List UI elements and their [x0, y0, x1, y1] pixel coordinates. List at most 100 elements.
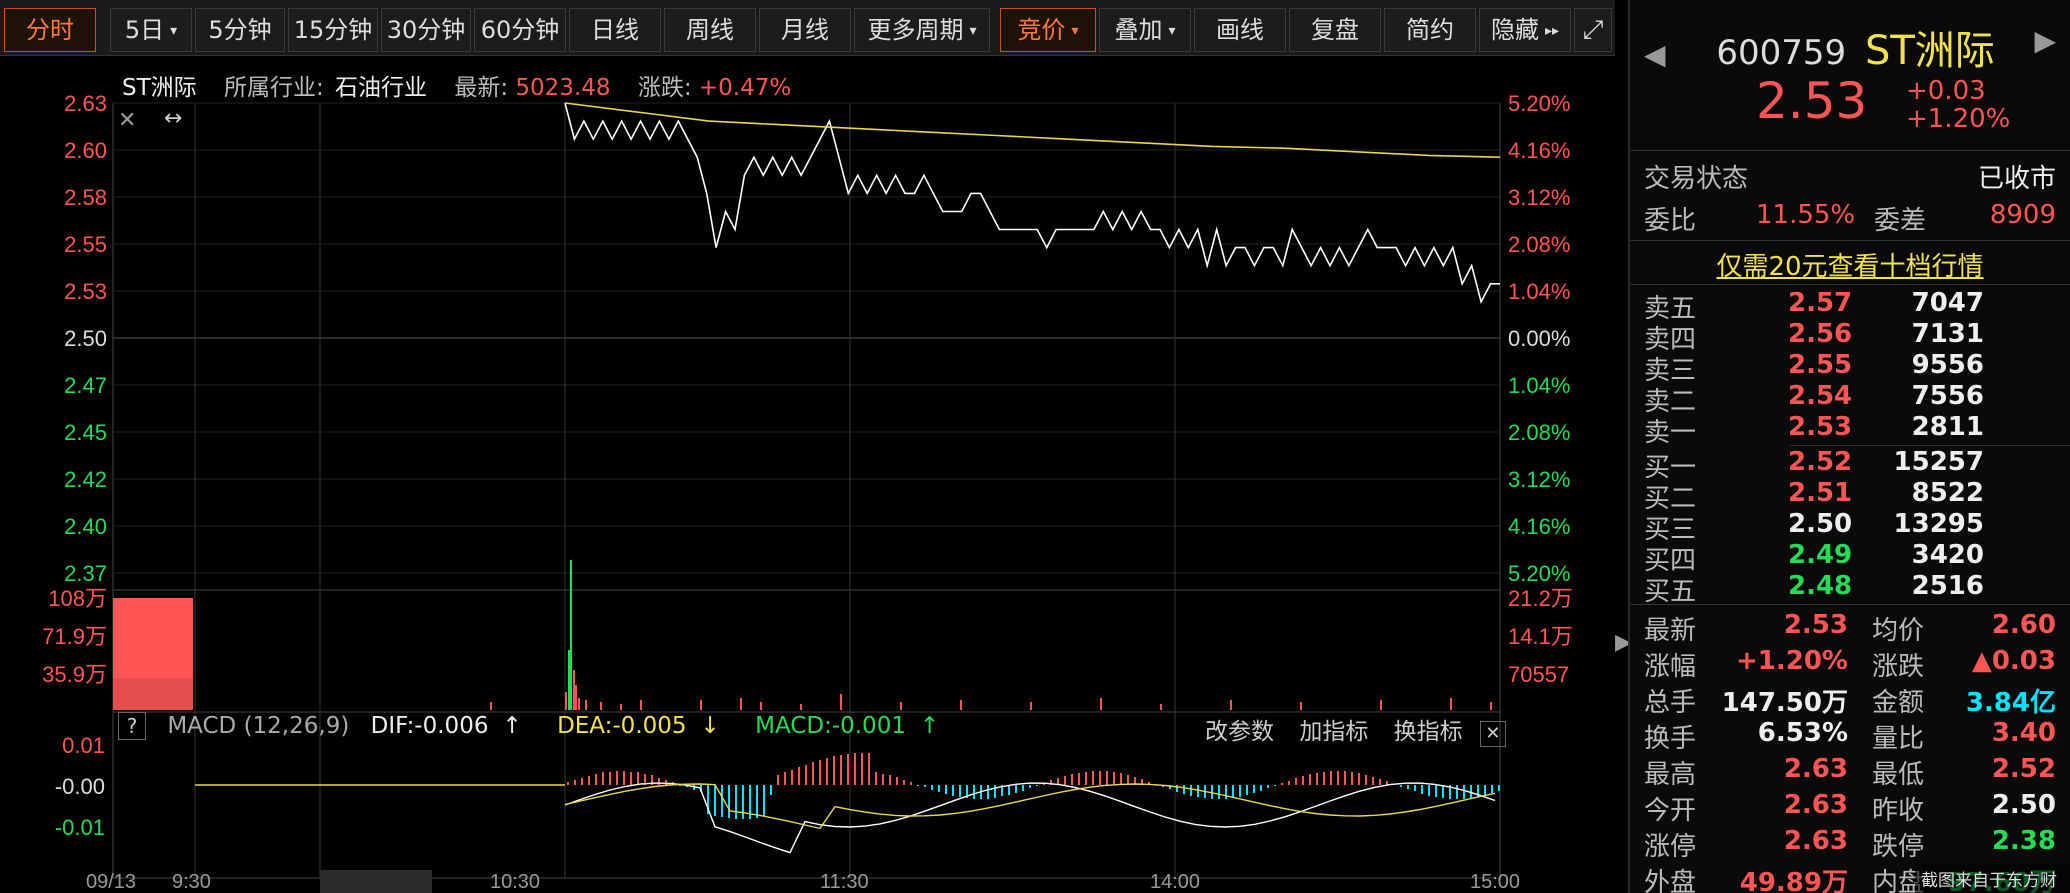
volume-bar [900, 702, 902, 710]
tab-fenshi[interactable]: 分时 [4, 8, 96, 52]
replay-button[interactable]: 复盘 [1289, 8, 1381, 52]
overlay-label: 叠加 [1114, 16, 1163, 44]
macd-histogram-bar [658, 778, 660, 785]
x-tick-label: 11:30 [820, 871, 869, 893]
tab-5min[interactable]: 5分钟 [195, 8, 285, 52]
level-price: 2.52 [1788, 447, 1853, 477]
macd-tick-label: -0.01 [55, 815, 105, 840]
price-tick-label: 2.37 [64, 561, 107, 586]
expand-icon[interactable]: ⤢ [1574, 8, 1612, 52]
macd-histogram-bar [735, 785, 737, 819]
pct-tick-label: 3.12% [1508, 185, 1570, 210]
price-line [564, 102, 1500, 304]
macd-histogram-bar [1085, 772, 1087, 785]
macd-histogram-bar [847, 754, 849, 785]
macd-histogram-bar [861, 753, 863, 785]
tab-weekly[interactable]: 周线 [664, 8, 756, 52]
promo-link[interactable]: 仅需20元查看十档行情 [1644, 246, 2056, 283]
level-volume: 2811 [1911, 412, 1984, 442]
stat-value: 6.53% [1757, 718, 1848, 748]
level-price: 2.53 [1788, 412, 1853, 442]
industry-value[interactable]: 石油行业 [335, 75, 427, 101]
more-periods-dropdown[interactable]: 更多周期 ▾ [854, 8, 990, 52]
tab-monthly[interactable]: 月线 [759, 8, 851, 52]
panel-toggle-arrow-icon[interactable]: ▶ [1615, 630, 1632, 690]
macd-histogram-bar [1302, 776, 1304, 785]
tab-15min[interactable]: 15分钟 [288, 8, 378, 52]
prev-stock-arrow-icon[interactable]: ◀ [1644, 38, 1666, 71]
tab-30min[interactable]: 30分钟 [381, 8, 471, 52]
overlay-dropdown[interactable]: 叠加 ▾ [1099, 8, 1191, 52]
stat-row: 最新 2.53 均价 2.60 [1644, 610, 2056, 647]
macd-histogram-bar [875, 772, 877, 785]
pct-tick-label: 5.20% [1508, 91, 1570, 116]
stat-row: 最高 2.63 最低 2.52 [1644, 754, 2056, 791]
macd-histogram-bar [1400, 785, 1402, 787]
macd-histogram-bar [1078, 773, 1080, 785]
volume-bar [1100, 698, 1102, 710]
volume-tick-label: 71.9万 [42, 624, 107, 649]
add-indicator-button[interactable]: 加指标 [1299, 719, 1368, 745]
level-price: 2.57 [1788, 288, 1853, 318]
wc-value: 8909 [1989, 200, 2056, 230]
macd-histogram-bar [896, 777, 898, 785]
tab-5day[interactable]: 5日 ▾ [110, 8, 192, 52]
tab-60min[interactable]: 60分钟 [474, 8, 566, 52]
x-tick-label: 9:30 [172, 871, 211, 893]
macd-histogram-bar [756, 785, 758, 818]
macd-histogram-bar [637, 772, 639, 785]
macd-histogram-bar [1281, 783, 1283, 785]
volume-bar [578, 698, 580, 710]
price-tick-label: 2.58 [64, 185, 107, 210]
pct-tick-label: 4.16% [1508, 514, 1570, 539]
stat-label: 均价 [1872, 616, 1925, 646]
level-price: 2.56 [1788, 319, 1853, 349]
macd-histogram-bar [791, 770, 793, 785]
x-tick-label: 14:00 [1150, 871, 1200, 893]
macd-histogram-bar [1176, 785, 1178, 792]
macd-histogram-bar [1463, 785, 1465, 799]
price-tick-label: 2.42 [64, 467, 107, 492]
auction-label: 竞价 [1017, 16, 1066, 44]
auction-dropdown[interactable]: 竞价 ▾ [1000, 8, 1096, 52]
close-icon[interactable]: ✕ [1479, 721, 1506, 747]
chevron-down-icon: ▾ [1071, 23, 1079, 39]
level-price: 2.50 [1788, 509, 1853, 539]
macd-histogram-bar [1225, 785, 1227, 799]
macd-histogram-bar [1407, 785, 1409, 789]
promo-text: 仅需20元查看十档行情 [1716, 252, 1984, 282]
tab-daily[interactable]: 日线 [569, 8, 661, 52]
volume-bar [570, 560, 572, 710]
level-label: 买五 [1644, 577, 1697, 607]
macd-histogram-bar [581, 778, 583, 785]
next-stock-arrow-icon[interactable]: ▶ [2034, 24, 2056, 57]
up-arrow-icon: ↑ [502, 713, 522, 739]
latest-index-value: 5023.48 [515, 75, 611, 101]
stat-label: 金额 [1872, 688, 1925, 718]
stat-value: 2.63 [1783, 754, 1848, 784]
macd-histogram-bar [1260, 785, 1262, 791]
macd-histogram-bar [609, 772, 611, 785]
edit-params-button[interactable]: 改参数 [1205, 719, 1274, 745]
macd-histogram-bar [784, 772, 786, 785]
simple-button[interactable]: 简约 [1384, 8, 1476, 52]
macd-histogram-bar [1295, 778, 1297, 785]
macd-histogram-bar [1498, 785, 1500, 791]
volume-bar [1490, 702, 1492, 710]
intraday-chart: 2.63 5.20% 2.60 4.16% 2.58 3.12% 2.55 2.08% 2.53… [42, 91, 1573, 893]
level-price: 2.54 [1788, 381, 1853, 411]
switch-indicator-button[interactable]: 换指标 [1394, 719, 1463, 745]
volume-tick-label: 35.9万 [42, 662, 107, 687]
draw-button[interactable]: 画线 [1194, 8, 1286, 52]
volume-bar [760, 702, 762, 710]
help-icon[interactable]: ? [118, 712, 146, 740]
macd-histogram-bar [1092, 771, 1094, 785]
current-price: 2.53 [1756, 72, 1868, 130]
stock-name: ST洲际 [122, 75, 197, 101]
macd-header: ? MACD (12,26,9) DIF:-0.006 ↑ DEA:-0.005 ↓… [118, 712, 967, 740]
macd-histogram-bar [1470, 785, 1472, 798]
volume-bar [840, 694, 842, 710]
hide-button[interactable]: 隐藏 ▸▸ [1479, 8, 1571, 52]
volume-bar [565, 692, 567, 710]
order-ratio-row: 委比 11.55% 委差 8909 [1644, 200, 2056, 237]
